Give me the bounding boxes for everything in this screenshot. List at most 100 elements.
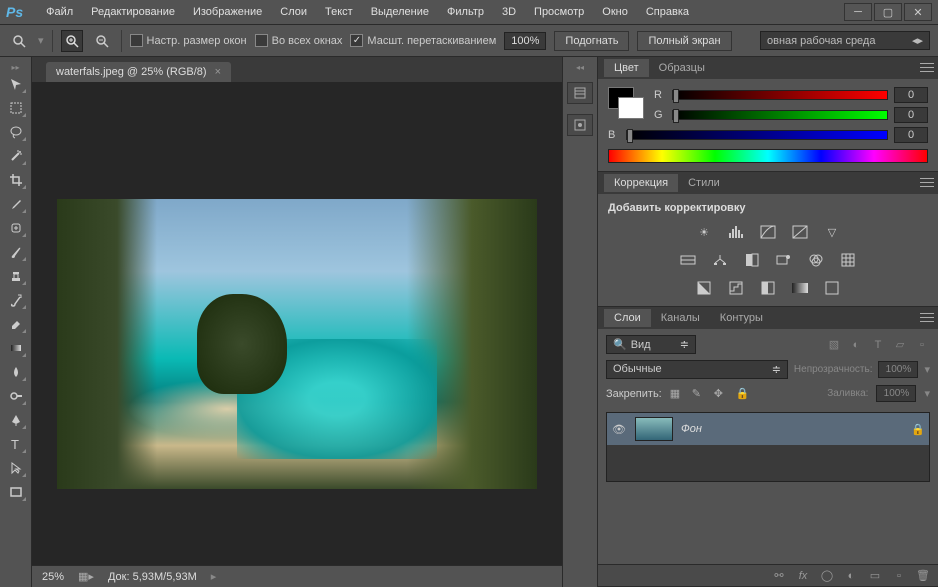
r-value[interactable]: 0: [894, 87, 928, 103]
menu-3d[interactable]: 3D: [493, 2, 525, 22]
invert-icon[interactable]: [693, 278, 715, 298]
b-slider[interactable]: [626, 130, 888, 140]
layer-name[interactable]: Фон: [681, 423, 903, 435]
tab-color[interactable]: Цвет: [604, 59, 649, 77]
crop-tool[interactable]: [4, 169, 28, 191]
status-preview-icon[interactable]: ▦▸: [78, 570, 94, 583]
type-tool[interactable]: T: [4, 433, 28, 455]
background-color-swatch[interactable]: [618, 97, 644, 119]
move-tool[interactable]: [4, 73, 28, 95]
all-windows-checkbox[interactable]: Во всех окнах: [255, 34, 343, 47]
levels-icon[interactable]: [725, 222, 747, 242]
new-fill-adjustment-icon[interactable]: ◐: [844, 570, 858, 582]
zoom-field[interactable]: 100%: [504, 32, 546, 50]
brightness-contrast-icon[interactable]: ☀: [693, 222, 715, 242]
g-value[interactable]: 0: [894, 107, 928, 123]
b-value[interactable]: 0: [894, 127, 928, 143]
menu-layers[interactable]: Слои: [271, 2, 316, 22]
zoom-out-icon[interactable]: [91, 30, 113, 52]
pen-tool[interactable]: [4, 409, 28, 431]
history-brush-tool[interactable]: [4, 289, 28, 311]
clone-stamp-tool[interactable]: [4, 265, 28, 287]
menu-filter[interactable]: Фильтр: [438, 2, 493, 22]
exposure-icon[interactable]: [789, 222, 811, 242]
status-zoom[interactable]: 25%: [42, 571, 64, 583]
document-tab[interactable]: waterfals.jpeg @ 25% (RGB/8) ×: [46, 62, 231, 82]
lock-transparency-icon[interactable]: ▦: [670, 387, 684, 401]
workspace-dropdown[interactable]: овная рабочая среда◂▸: [760, 31, 930, 50]
menu-window[interactable]: Окно: [593, 2, 637, 22]
color-balance-icon[interactable]: [709, 250, 731, 270]
menu-file[interactable]: Файл: [37, 2, 82, 22]
maximize-button[interactable]: ▢: [874, 3, 902, 21]
healing-brush-tool[interactable]: [4, 217, 28, 239]
blend-mode-dropdown[interactable]: Обычные≑: [606, 360, 788, 379]
ministrip-grip[interactable]: ◂◂: [576, 63, 584, 72]
lock-all-icon[interactable]: 🔒: [736, 387, 750, 401]
black-white-icon[interactable]: [741, 250, 763, 270]
filter-shape-icon[interactable]: ▱: [892, 338, 908, 352]
menu-text[interactable]: Текст: [316, 2, 362, 22]
menu-select[interactable]: Выделение: [362, 2, 438, 22]
layer-style-icon[interactable]: fx: [796, 570, 810, 582]
fill-field[interactable]: 100%: [876, 385, 916, 402]
close-button[interactable]: ✕: [904, 3, 932, 21]
hue-saturation-icon[interactable]: [677, 250, 699, 270]
gradient-map-icon[interactable]: [789, 278, 811, 298]
filter-adjustment-icon[interactable]: ◐: [848, 338, 864, 352]
channel-mixer-icon[interactable]: [805, 250, 827, 270]
link-layers-icon[interactable]: ⚯: [772, 569, 786, 582]
menu-help[interactable]: Справка: [637, 2, 698, 22]
menu-view[interactable]: Просмотр: [525, 2, 593, 22]
marquee-tool[interactable]: [4, 97, 28, 119]
fit-screen-button[interactable]: Подогнать: [554, 31, 629, 51]
tab-paths[interactable]: Контуры: [710, 309, 773, 327]
color-panel-menu-icon[interactable]: [920, 61, 934, 73]
layer-lock-icon[interactable]: 🔒: [911, 423, 925, 436]
magic-wand-tool[interactable]: [4, 145, 28, 167]
tab-adjustments[interactable]: Коррекция: [604, 174, 678, 192]
lock-image-icon[interactable]: ✎: [692, 387, 706, 401]
resize-windows-checkbox[interactable]: Настр. размер окон: [130, 34, 247, 47]
brush-tool[interactable]: [4, 241, 28, 263]
tab-layers[interactable]: Слои: [604, 309, 651, 327]
opacity-field[interactable]: 100%: [878, 361, 918, 378]
minimize-button[interactable]: ─: [844, 3, 872, 21]
eyedropper-tool[interactable]: [4, 193, 28, 215]
photo-filter-icon[interactable]: [773, 250, 795, 270]
vibrance-icon[interactable]: ▽: [821, 222, 843, 242]
layer-thumbnail[interactable]: [635, 417, 673, 441]
menu-image[interactable]: Изображение: [184, 2, 271, 22]
zoom-in-icon[interactable]: [61, 30, 83, 52]
blur-tool[interactable]: [4, 361, 28, 383]
layers-panel-menu-icon[interactable]: [920, 311, 934, 323]
canvas-area[interactable]: [32, 82, 562, 565]
tab-styles[interactable]: Стили: [678, 174, 730, 192]
full-screen-button[interactable]: Полный экран: [637, 31, 731, 51]
zoom-tool-indicator-icon[interactable]: [8, 30, 30, 52]
dodge-tool[interactable]: [4, 385, 28, 407]
filter-smart-icon[interactable]: ▫: [914, 338, 930, 352]
tab-channels[interactable]: Каналы: [651, 309, 710, 327]
toolbox-grip[interactable]: ▸▸: [6, 63, 26, 71]
new-group-icon[interactable]: ▭: [868, 569, 882, 582]
filter-pixel-icon[interactable]: ▧: [826, 338, 842, 352]
tab-swatches[interactable]: Образцы: [649, 59, 715, 77]
curves-icon[interactable]: [757, 222, 779, 242]
filter-type-icon[interactable]: T: [870, 338, 886, 352]
layer-visibility-icon[interactable]: 👁: [611, 423, 627, 436]
scrubby-zoom-checkbox[interactable]: Масшт. перетаскиванием: [350, 34, 496, 47]
new-layer-icon[interactable]: ▫: [892, 570, 906, 582]
color-lookup-icon[interactable]: [837, 250, 859, 270]
path-selection-tool[interactable]: [4, 457, 28, 479]
properties-panel-icon[interactable]: [567, 114, 593, 136]
delete-layer-icon[interactable]: 🗑: [916, 569, 930, 582]
selective-color-icon[interactable]: [821, 278, 843, 298]
history-panel-icon[interactable]: [567, 82, 593, 104]
adjustments-panel-menu-icon[interactable]: [920, 176, 934, 188]
layer-item[interactable]: 👁 Фон 🔒: [607, 413, 929, 445]
posterize-icon[interactable]: [725, 278, 747, 298]
rectangle-tool[interactable]: [4, 481, 28, 503]
g-slider[interactable]: [672, 110, 888, 120]
lock-position-icon[interactable]: ✥: [714, 387, 728, 401]
